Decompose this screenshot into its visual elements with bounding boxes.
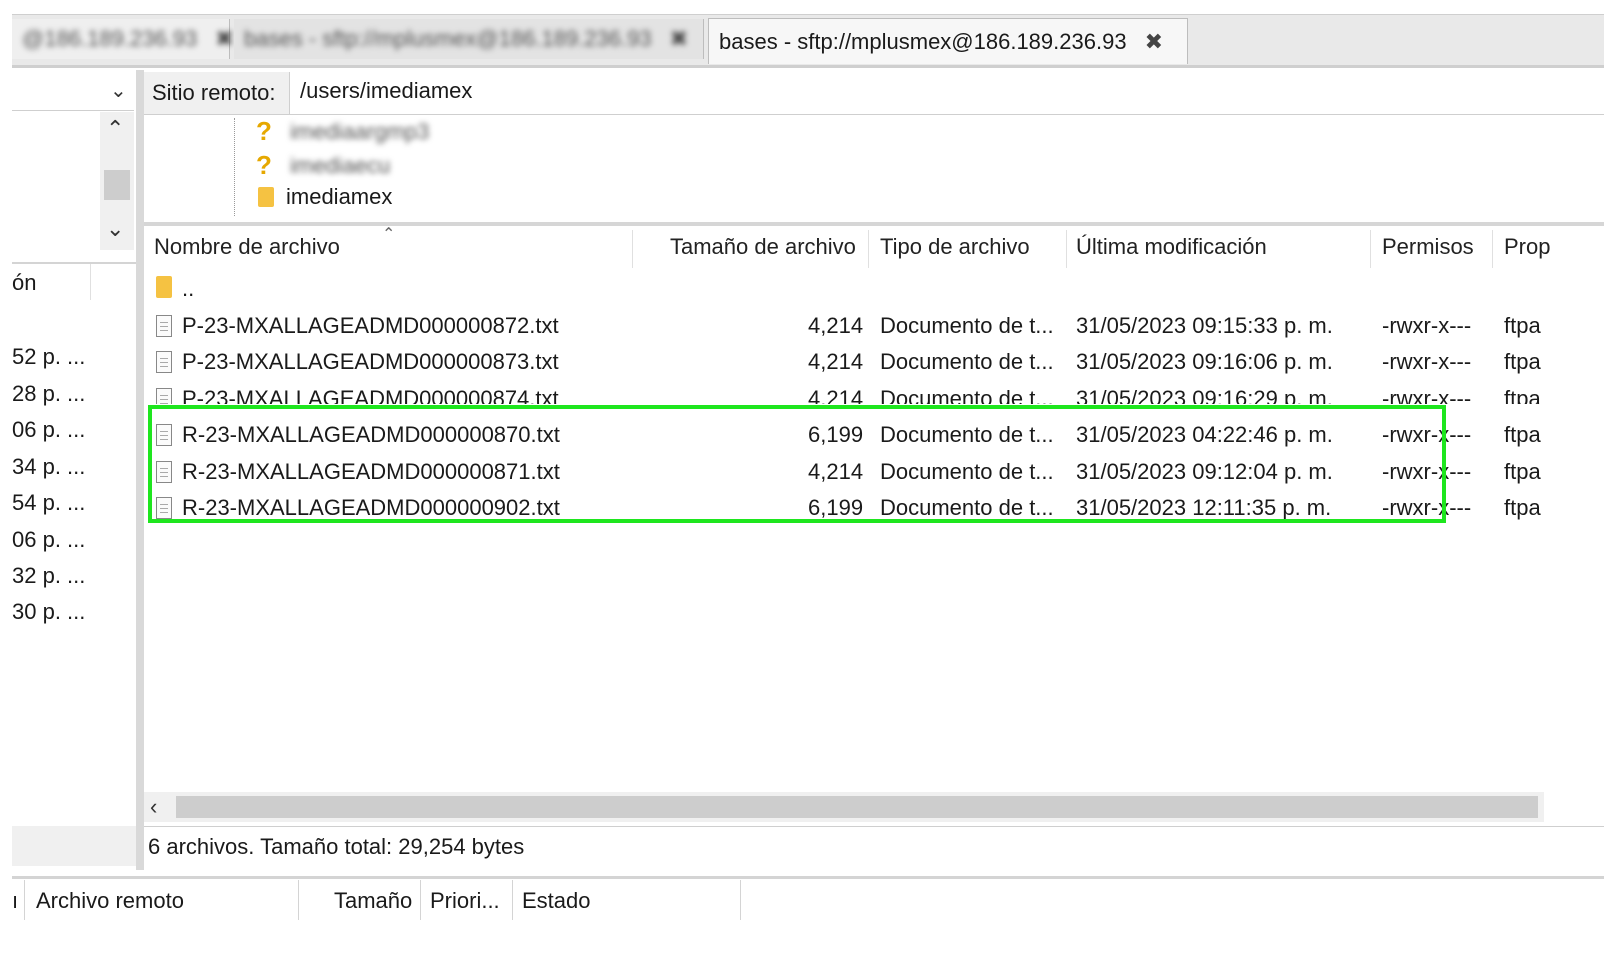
tab-label: bases - sftp://mplusmex@186.189.236.93 (244, 26, 652, 51)
column-divider[interactable] (1066, 230, 1067, 268)
folder-icon (258, 187, 274, 207)
column-header-type[interactable]: Tipo de archivo (880, 234, 1030, 260)
file-size: 4,214 (808, 349, 864, 374)
table-row[interactable]: P-23-MXALLAGEADMD000000873.txt 4,214 Doc… (148, 345, 1604, 381)
list-item[interactable]: 54 p. ... (12, 490, 85, 516)
file-modified: 31/05/2023 09:15:33 p. m. (1076, 313, 1333, 338)
close-icon[interactable]: ✖ (215, 26, 233, 52)
queue-column-priority[interactable]: Priori... (430, 888, 500, 914)
tree-item-label: imediaecu (290, 152, 391, 178)
column-divider[interactable] (1492, 230, 1493, 268)
column-divider[interactable] (90, 264, 91, 300)
file-modified: 31/05/2023 09:16:06 p. m. (1076, 349, 1333, 374)
remote-site-label: Sitio remoto: (144, 72, 290, 114)
column-header-permissions[interactable]: Permisos (1382, 234, 1474, 260)
list-item[interactable]: 06 p. ... (12, 417, 85, 443)
close-icon[interactable]: ✖ (1145, 29, 1163, 55)
column-divider[interactable] (420, 880, 421, 920)
question-folder-icon: ? (256, 116, 272, 146)
file-size: 4,214 (808, 313, 864, 338)
tab-session-2[interactable]: bases - sftp://mplusmex@186.189.236.93 ✖ (234, 19, 704, 59)
table-row-parent[interactable]: .. (148, 272, 1604, 308)
chevron-left-icon[interactable]: ‹ (150, 794, 157, 820)
table-row[interactable]: P-23-MXALLAGEADMD000000874.txt 4,214 Doc… (148, 382, 1604, 404)
local-status-area (12, 826, 136, 866)
tab-session-1[interactable]: @186.189.236.93 ✖ (12, 19, 234, 59)
column-divider[interactable] (298, 880, 299, 920)
scroll-thumb[interactable] (104, 170, 130, 200)
file-permissions: -rwxr-x--- (1382, 349, 1472, 374)
tree-item-label: imediamex (286, 184, 393, 209)
column-divider[interactable] (868, 230, 869, 268)
file-type: Documento de t... (880, 386, 1054, 404)
table-row[interactable]: P-23-MXALLAGEADMD000000872.txt 4,214 Doc… (148, 309, 1604, 345)
file-type: Documento de t... (880, 313, 1054, 338)
file-name: P-23-MXALLAGEADMD000000874.txt (182, 386, 559, 404)
question-folder-icon: ? (256, 150, 272, 180)
chevron-down-icon[interactable]: ⌄ (106, 216, 124, 242)
list-item[interactable]: 28 p. ... (12, 381, 85, 407)
column-header-modified[interactable]: Última modificación (1076, 234, 1267, 260)
tree-item[interactable]: ? imediaargmp3 (256, 116, 429, 147)
tab-label: @186.189.236.93 (22, 26, 198, 51)
file-owner: ftpa (1504, 459, 1541, 484)
tree-connector (234, 118, 236, 216)
file-owner: ftpa (1504, 495, 1541, 520)
status-text: 6 archivos. Tamaño total: 29,254 bytes (148, 834, 525, 859)
queue-column-state[interactable]: Estado (522, 888, 591, 914)
column-header-size[interactable]: Tamaño de archivo (670, 234, 856, 260)
local-site-dropdown[interactable]: ⌄ (12, 72, 134, 111)
column-divider[interactable] (632, 230, 633, 268)
chevron-down-icon[interactable]: ⌄ (110, 78, 127, 103)
close-icon[interactable]: ✖ (670, 26, 688, 52)
local-column-header[interactable]: ón (12, 262, 136, 302)
text-file-icon (156, 388, 172, 404)
column-header-label: ón (12, 270, 37, 295)
list-item[interactable]: 32 p. ... (12, 563, 85, 589)
text-file-icon (156, 315, 172, 337)
text-file-icon (156, 351, 172, 373)
column-divider[interactable] (1370, 230, 1371, 268)
column-divider[interactable] (24, 880, 25, 920)
column-header-name[interactable]: Nombre de archivo (154, 234, 340, 260)
list-item[interactable]: 06 p. ... (12, 527, 85, 553)
remote-path-input[interactable]: /users/imediamex (300, 78, 472, 104)
file-owner: ftpa (1504, 386, 1541, 404)
highlight-box (148, 405, 1446, 523)
list-item[interactable]: 30 p. ... (12, 599, 85, 625)
file-owner: ftpa (1504, 349, 1541, 374)
tree-item-label: imediaargmp3 (290, 118, 430, 144)
tree-item-selected[interactable]: imediamex (258, 184, 392, 210)
file-owner: ftpa (1504, 313, 1541, 338)
file-permissions: -rwxr-x--- (1382, 313, 1472, 338)
file-name: P-23-MXALLAGEADMD000000873.txt (182, 349, 559, 374)
folder-icon (156, 276, 172, 298)
file-type: Documento de t... (880, 349, 1054, 374)
tab-bar: @186.189.236.93 ✖ bases - sftp://mplusme… (12, 14, 1604, 68)
file-owner: ftpa (1504, 422, 1541, 447)
pane-splitter[interactable] (136, 70, 144, 870)
queue-column-size[interactable]: Tamaño (334, 888, 412, 914)
column-header-owner[interactable]: Prop (1504, 234, 1550, 260)
file-name: .. (182, 276, 195, 301)
column-divider[interactable] (512, 880, 513, 920)
file-name: P-23-MXALLAGEADMD000000872.txt (182, 313, 559, 338)
file-size: 4,214 (808, 386, 864, 404)
queue-header (12, 876, 1604, 925)
queue-column-server[interactable]: ı (12, 888, 18, 914)
sort-ascending-icon: ⌃ (382, 226, 396, 243)
tab-session-active[interactable]: bases - sftp://mplusmex@186.189.236.93 ✖ (708, 18, 1188, 64)
list-item[interactable]: 52 p. ... (12, 344, 85, 370)
tree-item[interactable]: ? imediaecu (256, 150, 390, 181)
chevron-up-icon[interactable]: ⌃ (106, 116, 124, 142)
column-divider[interactable] (740, 880, 741, 920)
file-permissions: -rwxr-x--- (1382, 386, 1472, 404)
scroll-thumb[interactable] (176, 796, 1538, 818)
tab-label: bases - sftp://mplusmex@186.189.236.93 (719, 28, 1127, 54)
queue-column-remote-file[interactable]: Archivo remoto (36, 888, 184, 914)
list-item[interactable]: 34 p. ... (12, 454, 85, 480)
file-modified: 31/05/2023 09:16:29 p. m. (1076, 386, 1333, 404)
